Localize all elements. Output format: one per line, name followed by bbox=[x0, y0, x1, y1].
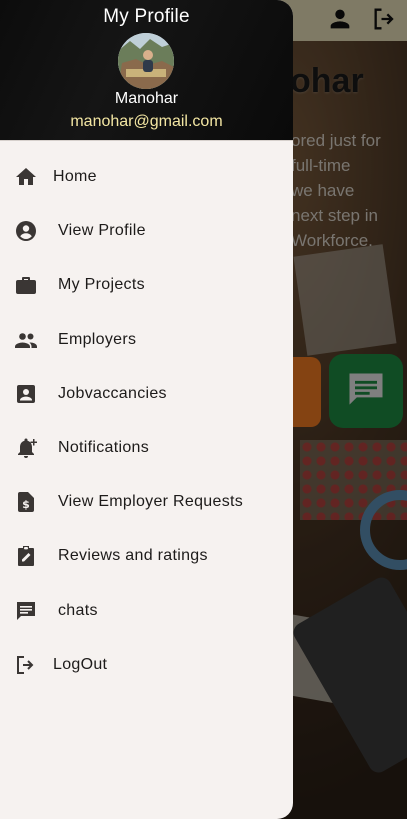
navigation-drawer: My Profile Manohar manohar@gmail.com Hom… bbox=[0, 0, 293, 819]
assignment-edit-icon bbox=[18, 546, 34, 567]
menu-item-notifications[interactable]: Notifications bbox=[0, 421, 293, 475]
drawer-menu: Home View Profile My Projects Employers … bbox=[0, 150, 293, 692]
menu-item-view-profile[interactable]: View Profile bbox=[0, 204, 293, 258]
user-email: manohar@gmail.com bbox=[70, 113, 223, 130]
menu-item-label: Home bbox=[53, 168, 97, 186]
briefcase-icon bbox=[16, 277, 36, 295]
logout-icon bbox=[17, 655, 34, 674]
contact-card-icon bbox=[17, 384, 35, 403]
svg-text:$: $ bbox=[22, 498, 30, 511]
notification-add-icon bbox=[18, 438, 37, 459]
menu-item-label: LogOut bbox=[53, 655, 108, 673]
menu-item-chats[interactable]: chats bbox=[0, 584, 293, 638]
avatar[interactable] bbox=[118, 33, 174, 89]
menu-item-label: Jobvaccancies bbox=[58, 384, 167, 402]
menu-item-label: Notifications bbox=[58, 439, 150, 457]
people-icon bbox=[15, 332, 37, 348]
menu-item-label: Employers bbox=[58, 330, 137, 348]
menu-item-home[interactable]: Home bbox=[0, 150, 293, 204]
drawer-header: My Profile Manohar manohar@gmail.com bbox=[0, 0, 293, 141]
menu-item-view-employer-requests[interactable]: $ View Employer Requests bbox=[0, 475, 293, 529]
menu-item-label: chats bbox=[58, 601, 98, 619]
menu-item-label: View Profile bbox=[58, 222, 146, 240]
account-circle-icon bbox=[16, 221, 36, 242]
invoice-dollar-icon: $ bbox=[18, 492, 34, 513]
menu-item-jobvaccancies[interactable]: Jobvaccancies bbox=[0, 367, 293, 421]
chat-icon bbox=[17, 601, 35, 620]
header-title: My Profile bbox=[103, 6, 190, 27]
menu-item-label: View Employer Requests bbox=[58, 493, 244, 511]
home-icon bbox=[16, 168, 36, 186]
menu-item-my-projects[interactable]: My Projects bbox=[0, 258, 293, 312]
menu-item-logout[interactable]: LogOut bbox=[0, 638, 293, 692]
menu-item-reviews-and-ratings[interactable]: Reviews and ratings bbox=[0, 529, 293, 583]
menu-item-label: Reviews and ratings bbox=[58, 547, 208, 565]
avatar-photo bbox=[118, 33, 174, 89]
menu-item-employers[interactable]: Employers bbox=[0, 313, 293, 367]
menu-item-label: My Projects bbox=[58, 276, 145, 294]
user-name: Manohar bbox=[114, 90, 179, 107]
